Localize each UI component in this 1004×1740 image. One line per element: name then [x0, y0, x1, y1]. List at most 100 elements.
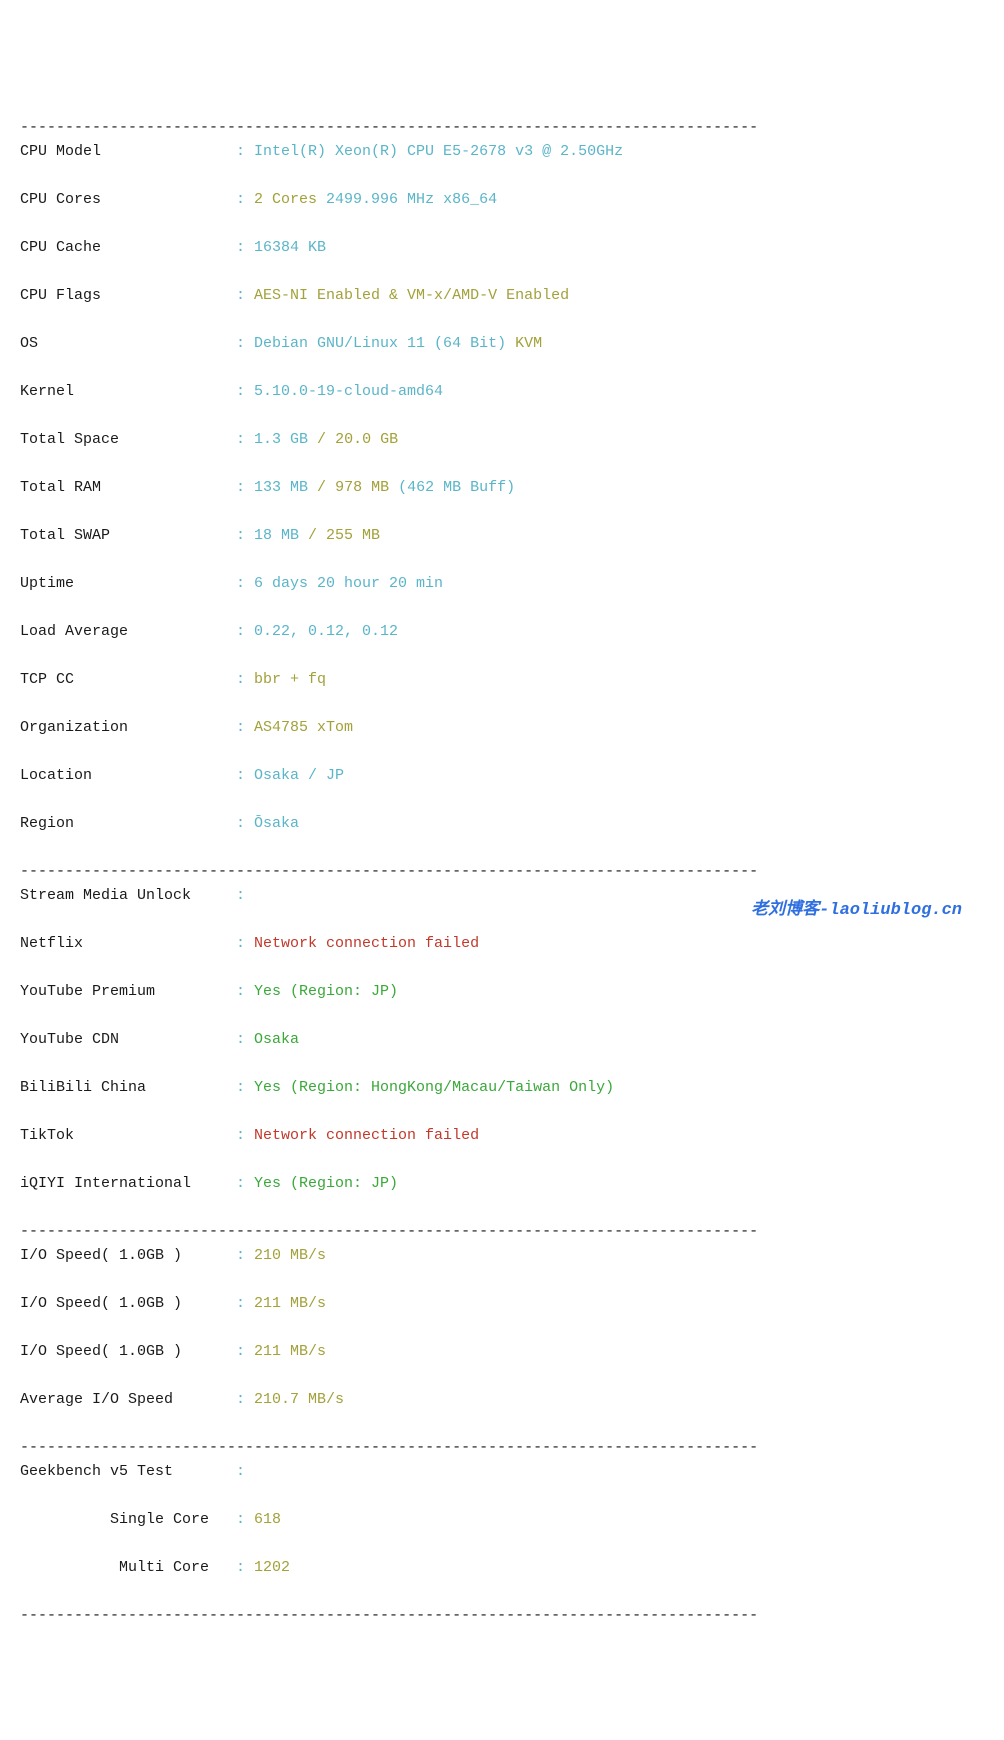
- colon: :: [236, 884, 254, 908]
- colon: :: [236, 620, 254, 644]
- row-uptime: Uptime: 6 days 20 hour 20 min: [20, 572, 984, 596]
- value: Yes (Region: HongKong/Macau/Taiwan Only): [254, 1079, 614, 1096]
- row-cpu-model: CPU Model: Intel(R) Xeon(R) CPU E5-2678 …: [20, 140, 984, 164]
- label: CPU Cores: [20, 188, 236, 212]
- value: bbr + fq: [254, 671, 326, 688]
- divider: ----------------------------------------…: [20, 863, 758, 880]
- row-location: Location: Osaka / JP: [20, 764, 984, 788]
- value: Osaka: [254, 1031, 299, 1048]
- row-tcp-cc: TCP CC: bbr + fq: [20, 668, 984, 692]
- value: Yes (Region: JP): [254, 1175, 398, 1192]
- value: Network connection failed: [254, 935, 479, 952]
- divider: ----------------------------------------…: [20, 119, 758, 136]
- label: BiliBili China: [20, 1076, 236, 1100]
- value: 0.22, 0.12, 0.12: [254, 623, 398, 640]
- colon: :: [236, 476, 254, 500]
- value: 6 days 20 hour 20 min: [254, 575, 443, 592]
- label: Region: [20, 812, 236, 836]
- colon: :: [236, 1388, 254, 1412]
- label: Location: [20, 764, 236, 788]
- row-total-space: Total Space: 1.3 GB / 20.0 GB: [20, 428, 984, 452]
- row-total-ram: Total RAM: 133 MB / 978 MB (462 MB Buff): [20, 476, 984, 500]
- row-geekbench-multi: Multi Core : 1202: [20, 1556, 984, 1580]
- colon: :: [236, 428, 254, 452]
- value: 2 Cores 2499.996 MHz x86_64: [254, 191, 497, 208]
- colon: :: [236, 1244, 254, 1268]
- value: Debian GNU/Linux 11 (64 Bit) KVM: [254, 335, 542, 352]
- colon: :: [236, 188, 254, 212]
- value: 1202: [254, 1559, 290, 1576]
- colon: :: [236, 1556, 254, 1580]
- label: TCP CC: [20, 668, 236, 692]
- value: Yes (Region: JP): [254, 983, 398, 1000]
- colon: :: [236, 980, 254, 1004]
- label: CPU Cache: [20, 236, 236, 260]
- colon: :: [236, 1076, 254, 1100]
- value: 18 MB / 255 MB: [254, 527, 380, 544]
- label: Stream Media Unlock: [20, 884, 236, 908]
- colon: :: [236, 1292, 254, 1316]
- divider: ----------------------------------------…: [20, 1223, 758, 1240]
- label: YouTube CDN: [20, 1028, 236, 1052]
- colon: :: [236, 1460, 254, 1484]
- value: Intel(R) Xeon(R) CPU E5-2678 v3 @ 2.50GH…: [254, 143, 623, 160]
- row-cpu-cores: CPU Cores: 2 Cores 2499.996 MHz x86_64: [20, 188, 984, 212]
- label: TikTok: [20, 1124, 236, 1148]
- colon: :: [236, 716, 254, 740]
- row-load-avg: Load Average: 0.22, 0.12, 0.12: [20, 620, 984, 644]
- value: 618: [254, 1511, 281, 1528]
- colon: :: [236, 1028, 254, 1052]
- value: 16384 KB: [254, 239, 326, 256]
- label: Organization: [20, 716, 236, 740]
- row-region: Region: Ōsaka: [20, 812, 984, 836]
- colon: :: [236, 764, 254, 788]
- label: Total SWAP: [20, 524, 236, 548]
- row-io-2: I/O Speed( 1.0GB ): 211 MB/s: [20, 1292, 984, 1316]
- row-organization: Organization: AS4785 xTom: [20, 716, 984, 740]
- colon: :: [236, 668, 254, 692]
- row-io-avg: Average I/O Speed: 210.7 MB/s: [20, 1388, 984, 1412]
- label: OS: [20, 332, 236, 356]
- row-geekbench-header: Geekbench v5 Test:: [20, 1460, 984, 1484]
- row-cpu-cache: CPU Cache: 16384 KB: [20, 236, 984, 260]
- colon: :: [236, 812, 254, 836]
- label: YouTube Premium: [20, 980, 236, 1004]
- colon: :: [236, 1172, 254, 1196]
- divider: ----------------------------------------…: [20, 1439, 758, 1456]
- watermark-text: 老刘博客-laoliublog.cn: [751, 897, 962, 924]
- label: Multi Core: [20, 1556, 236, 1580]
- label: Average I/O Speed: [20, 1388, 236, 1412]
- divider: ----------------------------------------…: [20, 1607, 758, 1624]
- value: 210 MB/s: [254, 1247, 326, 1264]
- label: Kernel: [20, 380, 236, 404]
- value: 211 MB/s: [254, 1343, 326, 1360]
- row-netflix: Netflix: Network connection failed: [20, 932, 984, 956]
- colon: :: [236, 140, 254, 164]
- value: 5.10.0-19-cloud-amd64: [254, 383, 443, 400]
- row-total-swap: Total SWAP: 18 MB / 255 MB: [20, 524, 984, 548]
- label: Geekbench v5 Test: [20, 1460, 236, 1484]
- colon: :: [236, 236, 254, 260]
- colon: :: [236, 332, 254, 356]
- value: 1.3 GB / 20.0 GB: [254, 431, 398, 448]
- row-tiktok: TikTok: Network connection failed: [20, 1124, 984, 1148]
- value: AS4785 xTom: [254, 719, 353, 736]
- colon: :: [236, 1124, 254, 1148]
- label: Single Core: [20, 1508, 236, 1532]
- colon: :: [236, 572, 254, 596]
- label: CPU Flags: [20, 284, 236, 308]
- value: 133 MB / 978 MB (462 MB Buff): [254, 479, 515, 496]
- row-iqiyi: iQIYI International: Yes (Region: JP): [20, 1172, 984, 1196]
- row-youtube-premium: YouTube Premium: Yes (Region: JP): [20, 980, 984, 1004]
- colon: :: [236, 1508, 254, 1532]
- terminal-output: ----------------------------------------…: [20, 92, 984, 1652]
- row-geekbench-single: Single Core : 618: [20, 1508, 984, 1532]
- label: I/O Speed( 1.0GB ): [20, 1244, 236, 1268]
- label: I/O Speed( 1.0GB ): [20, 1292, 236, 1316]
- value: Osaka / JP: [254, 767, 344, 784]
- label: CPU Model: [20, 140, 236, 164]
- colon: :: [236, 524, 254, 548]
- row-youtube-cdn: YouTube CDN: Osaka: [20, 1028, 984, 1052]
- value: AES-NI Enabled & VM-x/AMD-V Enabled: [254, 287, 569, 304]
- value: 211 MB/s: [254, 1295, 326, 1312]
